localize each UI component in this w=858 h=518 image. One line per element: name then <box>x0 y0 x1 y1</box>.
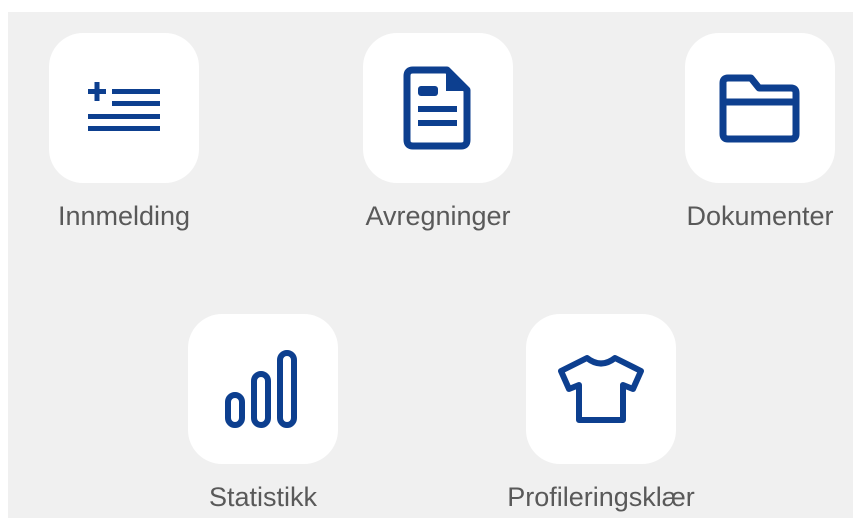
menu-tile-profileringsklaer[interactable] <box>526 314 676 464</box>
add-list-icon <box>84 78 164 138</box>
menu-label-statistikk[interactable]: Statistikk <box>143 481 383 513</box>
menu-tile-dokumenter[interactable] <box>685 33 835 183</box>
menu-label-dokumenter[interactable]: Dokumenter <box>640 200 858 232</box>
menu-tile-statistikk[interactable] <box>188 314 338 464</box>
menu-label-innmelding[interactable]: Innmelding <box>4 200 244 232</box>
menu-panel: Innmelding Avregninger Dokumenter Statis… <box>8 12 853 518</box>
menu-label-profileringsklaer[interactable]: Profileringsklær <box>481 481 721 513</box>
bar-chart-icon <box>223 349 303 429</box>
menu-tile-innmelding[interactable] <box>49 33 199 183</box>
menu-label-avregninger[interactable]: Avregninger <box>318 200 558 232</box>
menu-tile-avregninger[interactable] <box>363 33 513 183</box>
folder-icon <box>719 72 801 144</box>
t-shirt-icon <box>557 353 645 425</box>
document-icon <box>403 66 473 150</box>
